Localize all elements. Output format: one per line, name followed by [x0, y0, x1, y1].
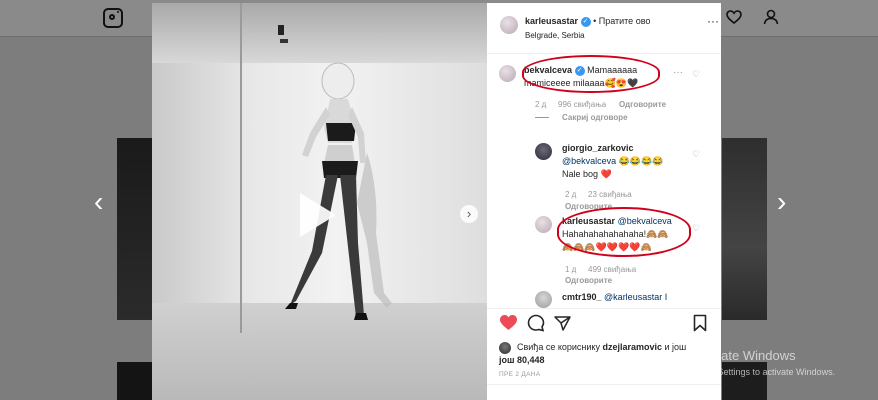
- comment-avatar[interactable]: [535, 143, 552, 160]
- background-thumbnail: [722, 138, 767, 320]
- comment-username[interactable]: cmtr190_: [562, 292, 602, 302]
- divider: [487, 384, 721, 385]
- activate-windows-subtitle: Go to Settings to activate Windows.: [693, 367, 836, 377]
- comment-age: 2 д: [565, 190, 577, 199]
- instagram-icon[interactable]: [103, 8, 123, 28]
- comment-avatar[interactable]: [535, 216, 552, 233]
- save-bookmark-icon[interactable]: [693, 314, 707, 337]
- liker-username[interactable]: dzejlaramovic: [602, 342, 662, 352]
- post-header: karleusastar ✓ • Пратите ово Belgrade, S…: [487, 3, 721, 54]
- hide-replies-link[interactable]: Сакриј одговоре: [562, 113, 628, 122]
- post-timestamp: ПРЕ 2 ДАНА: [499, 371, 541, 378]
- comment-like-heart-icon[interactable]: ♡: [692, 150, 700, 159]
- like-heart-icon[interactable]: [499, 314, 518, 336]
- heart-icon[interactable]: [724, 8, 744, 28]
- comment-like-heart-icon[interactable]: ♡: [692, 70, 700, 79]
- hide-replies-line: [535, 117, 549, 118]
- comment-likes[interactable]: 996 свиђања: [558, 100, 606, 109]
- comment-likes[interactable]: 23 свиђања: [588, 190, 632, 199]
- next-post-arrow-icon[interactable]: ›: [777, 188, 786, 216]
- author-username[interactable]: karleusastar: [525, 16, 578, 26]
- liked-by-label: Свиђа се кориснику: [517, 342, 600, 352]
- previous-post-arrow-icon[interactable]: ‹: [94, 188, 103, 216]
- divider: [487, 308, 721, 309]
- background-thumbnail: [117, 138, 153, 320]
- reply-link[interactable]: Одговорите: [565, 276, 612, 285]
- comment-like-heart-icon[interactable]: ♡: [692, 224, 700, 233]
- carousel-next-icon[interactable]: ›: [460, 205, 478, 223]
- reply-link[interactable]: Одговорите: [619, 100, 666, 109]
- verified-badge-icon: ✓: [580, 16, 591, 27]
- play-icon[interactable]: [300, 193, 336, 237]
- activate-windows-title: Activate Windows: [693, 348, 796, 363]
- comment-text: @bekvalceva 😂😂😂😂: [562, 156, 664, 166]
- comment-text: Nale bog ❤️: [562, 169, 612, 179]
- author-avatar[interactable]: [500, 16, 518, 34]
- comment-age: 1 д: [565, 265, 577, 274]
- likes-count-prefix[interactable]: још: [499, 355, 515, 365]
- post-side-panel: karleusastar ✓ • Пратите ово Belgrade, S…: [487, 3, 721, 400]
- follow-button[interactable]: • Пратите ово: [593, 16, 650, 26]
- and-more-label: и још: [664, 342, 687, 352]
- comment-options-icon[interactable]: ···: [673, 67, 683, 78]
- comment-likes[interactable]: 499 свиђања: [588, 265, 636, 274]
- profile-icon[interactable]: [761, 8, 781, 28]
- comment-username[interactable]: giorgio_zarkovic: [562, 143, 634, 153]
- comment-text: @karleusastar I: [604, 292, 668, 302]
- annotation-circle: [522, 55, 660, 93]
- post-modal: › karleusastar ✓ • Пратите ово Belgrade,…: [152, 3, 721, 400]
- share-icon[interactable]: [554, 315, 571, 336]
- liker-avatar[interactable]: [499, 342, 511, 354]
- comment-age: 2 д: [535, 100, 547, 109]
- background-thumbnail: [117, 362, 153, 400]
- comment-avatar[interactable]: [535, 291, 552, 308]
- location-link[interactable]: Belgrade, Serbia: [525, 31, 585, 40]
- comment-avatar[interactable]: [499, 65, 516, 82]
- annotation-circle: [557, 207, 691, 257]
- comment-icon[interactable]: [527, 314, 545, 337]
- more-options-icon[interactable]: ···: [707, 14, 719, 28]
- likes-count[interactable]: 80,448: [517, 355, 545, 365]
- post-video[interactable]: ›: [152, 3, 487, 400]
